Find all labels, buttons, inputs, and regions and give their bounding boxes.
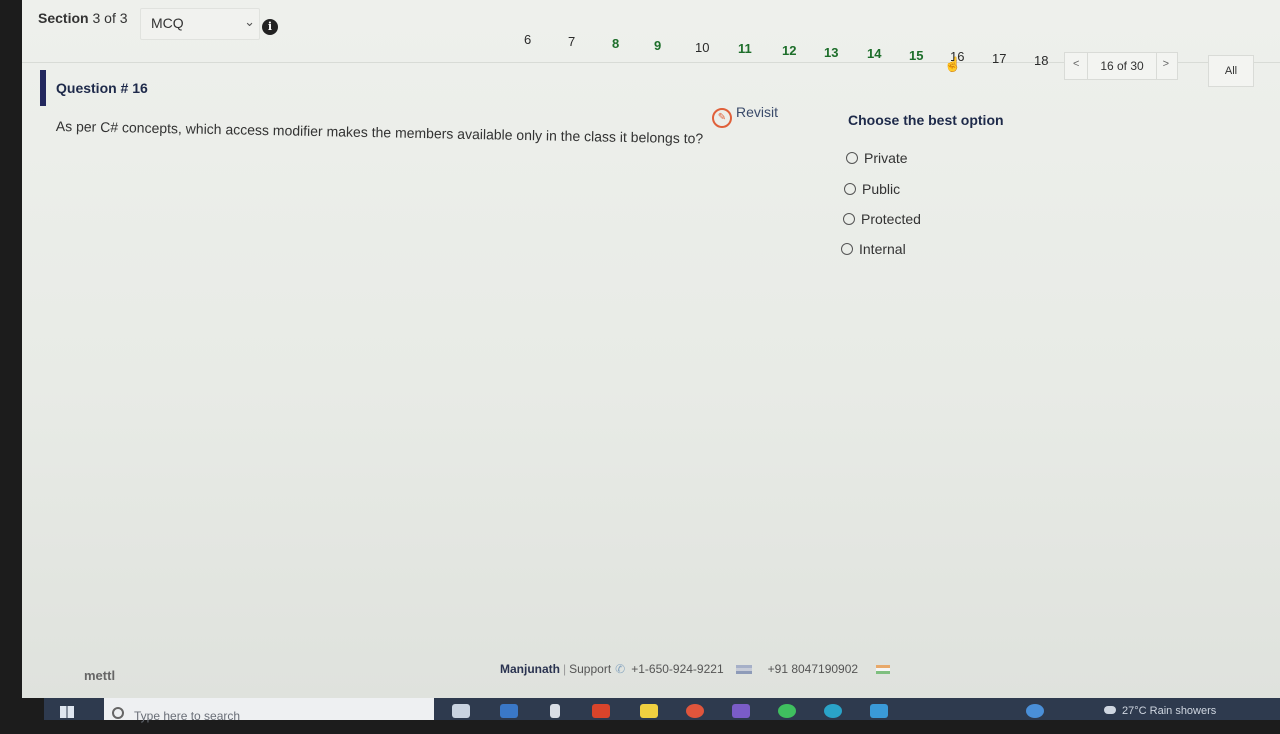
top-bar: Section 3 of 3 MCQ ⌄ i 6 7 8 9 10 11 12 … bbox=[22, 0, 1280, 80]
pager-next-button[interactable]: > bbox=[1163, 58, 1169, 70]
revisit-button[interactable]: ✎ Revisit bbox=[712, 104, 778, 128]
option-label: Private bbox=[864, 150, 908, 166]
hand-cursor-icon: ☝ bbox=[944, 56, 962, 72]
taskbar-search[interactable]: Type here to search bbox=[104, 698, 434, 723]
question-nav-7[interactable]: 7 bbox=[568, 34, 575, 49]
question-nav-10[interactable]: 10 bbox=[695, 40, 709, 55]
info-icon[interactable]: i bbox=[262, 19, 278, 35]
pager-count: 16 of 30 bbox=[1087, 53, 1157, 79]
radio-icon[interactable] bbox=[844, 183, 856, 195]
chevron-down-icon: ⌄ bbox=[244, 14, 255, 29]
section-type-value: MCQ bbox=[151, 15, 184, 31]
question-nav-13[interactable]: 13 bbox=[824, 45, 838, 60]
question-text: As per C# concepts, which access modifie… bbox=[55, 118, 704, 147]
edge-icon[interactable] bbox=[824, 704, 842, 718]
phone-us: +1-650-924-9221 bbox=[631, 662, 724, 676]
support-footer: Manjunath | Support ✆ +1-650-924-9221 +91 804… bbox=[500, 662, 891, 676]
radio-icon[interactable] bbox=[846, 152, 858, 164]
india-flag-icon bbox=[876, 665, 891, 674]
section-of: of 3 bbox=[104, 10, 128, 26]
section-prefix: Section bbox=[38, 10, 89, 26]
chrome-icon[interactable] bbox=[686, 704, 704, 718]
brand-logo: mettl bbox=[84, 668, 116, 683]
spotify-icon[interactable] bbox=[778, 704, 796, 718]
question-pager: < 16 of 30 > bbox=[1064, 52, 1178, 80]
question-nav-14[interactable]: 14 bbox=[867, 46, 881, 61]
option-internal[interactable]: Internal bbox=[841, 241, 906, 257]
visual-studio-icon[interactable] bbox=[732, 704, 750, 718]
section-current: 3 bbox=[92, 10, 101, 26]
revisit-pencil-icon: ✎ bbox=[712, 108, 732, 128]
question-title: Question # 16 bbox=[56, 80, 148, 96]
mail-icon[interactable] bbox=[500, 704, 518, 718]
question-nav-17[interactable]: 17 bbox=[992, 51, 1006, 66]
all-questions-button[interactable]: All bbox=[1208, 55, 1254, 87]
question-nav-11[interactable]: 11 bbox=[738, 41, 752, 56]
phone-icon: ✆ bbox=[615, 662, 626, 676]
option-public[interactable]: Public bbox=[844, 181, 900, 197]
phone-in: +91 8047190902 bbox=[767, 662, 859, 676]
windows-start-icon[interactable] bbox=[60, 706, 74, 718]
question-nav-8[interactable]: 8 bbox=[612, 36, 619, 51]
plus-app-icon[interactable] bbox=[640, 704, 658, 718]
windows-taskbar: Type here to search 27°C Rain showers bbox=[44, 698, 1280, 723]
options-heading: Choose the best option bbox=[848, 112, 1004, 128]
question-nav-15[interactable]: 15 bbox=[909, 48, 923, 63]
section-indicator: Section 3 of 3 bbox=[38, 10, 128, 26]
back-icon[interactable] bbox=[550, 704, 560, 718]
option-label: Internal bbox=[859, 241, 906, 257]
radio-icon[interactable] bbox=[843, 213, 855, 225]
question-accent-bar bbox=[40, 70, 46, 106]
cloud-icon bbox=[1104, 706, 1116, 714]
weather-text: 27°C Rain showers bbox=[1122, 705, 1217, 717]
teamviewer-icon[interactable] bbox=[870, 704, 888, 718]
option-protected[interactable]: Protected bbox=[843, 211, 921, 227]
taskbar-search-placeholder: Type here to search bbox=[134, 709, 241, 723]
question-nav-6[interactable]: 6 bbox=[524, 32, 531, 47]
pager-prev-button[interactable]: < bbox=[1073, 58, 1079, 70]
office-icon[interactable] bbox=[592, 704, 610, 718]
section-type-dropdown[interactable]: MCQ ⌄ bbox=[140, 8, 260, 40]
support-label: Support bbox=[569, 662, 612, 676]
us-flag-icon bbox=[735, 665, 752, 674]
taskbar-app-icon[interactable] bbox=[1026, 704, 1044, 718]
contact-name: Manjunath bbox=[500, 662, 560, 676]
app-screen: Section 3 of 3 MCQ ⌄ i 6 7 8 9 10 11 12 … bbox=[22, 0, 1280, 698]
question-nav-18[interactable]: 18 bbox=[1034, 53, 1048, 68]
taskbar-app-icon[interactable] bbox=[452, 704, 470, 718]
search-icon bbox=[112, 707, 124, 719]
weather-tray[interactable]: 27°C Rain showers bbox=[1104, 705, 1216, 717]
question-nav-9[interactable]: 9 bbox=[654, 38, 661, 53]
option-private[interactable]: Private bbox=[846, 150, 908, 166]
question-nav-12[interactable]: 12 bbox=[782, 43, 796, 58]
revisit-label: Revisit bbox=[736, 104, 779, 120]
radio-icon[interactable] bbox=[841, 243, 853, 255]
option-label: Protected bbox=[861, 211, 921, 227]
option-label: Public bbox=[862, 181, 901, 197]
